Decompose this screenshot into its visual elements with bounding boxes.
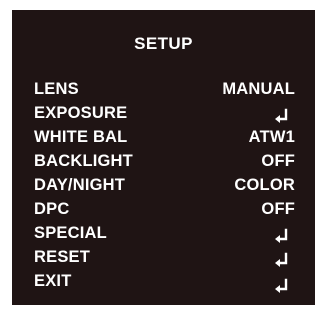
menu-item-label: LENS [34,80,79,98]
menu-item-value: OFF [261,200,295,218]
menu-item-label: BACKLIGHT [34,152,133,170]
osd-setup-menu: SETUP LENS MANUAL EXPOSURE WHITE BAL ATW… [12,10,315,305]
menu-item-dpc[interactable]: DPC OFF [12,196,315,222]
menu-item-white-bal[interactable]: WHITE BAL ATW1 [12,124,315,150]
menu-title: SETUP [134,34,193,53]
menu-item-value: COLOR [234,176,295,194]
menu-item-label: EXIT [34,272,72,290]
menu-item-exposure[interactable]: EXPOSURE [12,100,315,126]
menu-item-label: RESET [34,248,91,266]
menu-item-lens[interactable]: LENS MANUAL [12,76,315,102]
menu-item-label: DPC [34,200,70,218]
menu-item-label: SPECIAL [34,224,107,242]
menu-item-special[interactable]: SPECIAL [12,220,315,246]
menu-item-backlight[interactable]: BACKLIGHT OFF [12,148,315,174]
menu-item-label: DAY/NIGHT [34,176,126,194]
menu-item-reset[interactable]: RESET [12,244,315,270]
menu-item-label: WHITE BAL [34,128,128,146]
menu-item-label: EXPOSURE [34,104,128,122]
menu-item-exit[interactable]: EXIT [12,268,315,294]
menu-item-value: ATW1 [248,128,295,146]
enter-arrow-icon [275,278,288,293]
menu-item-value: MANUAL [222,80,295,98]
menu-item-day-night[interactable]: DAY/NIGHT COLOR [12,172,315,198]
menu-item-value: OFF [261,152,295,170]
